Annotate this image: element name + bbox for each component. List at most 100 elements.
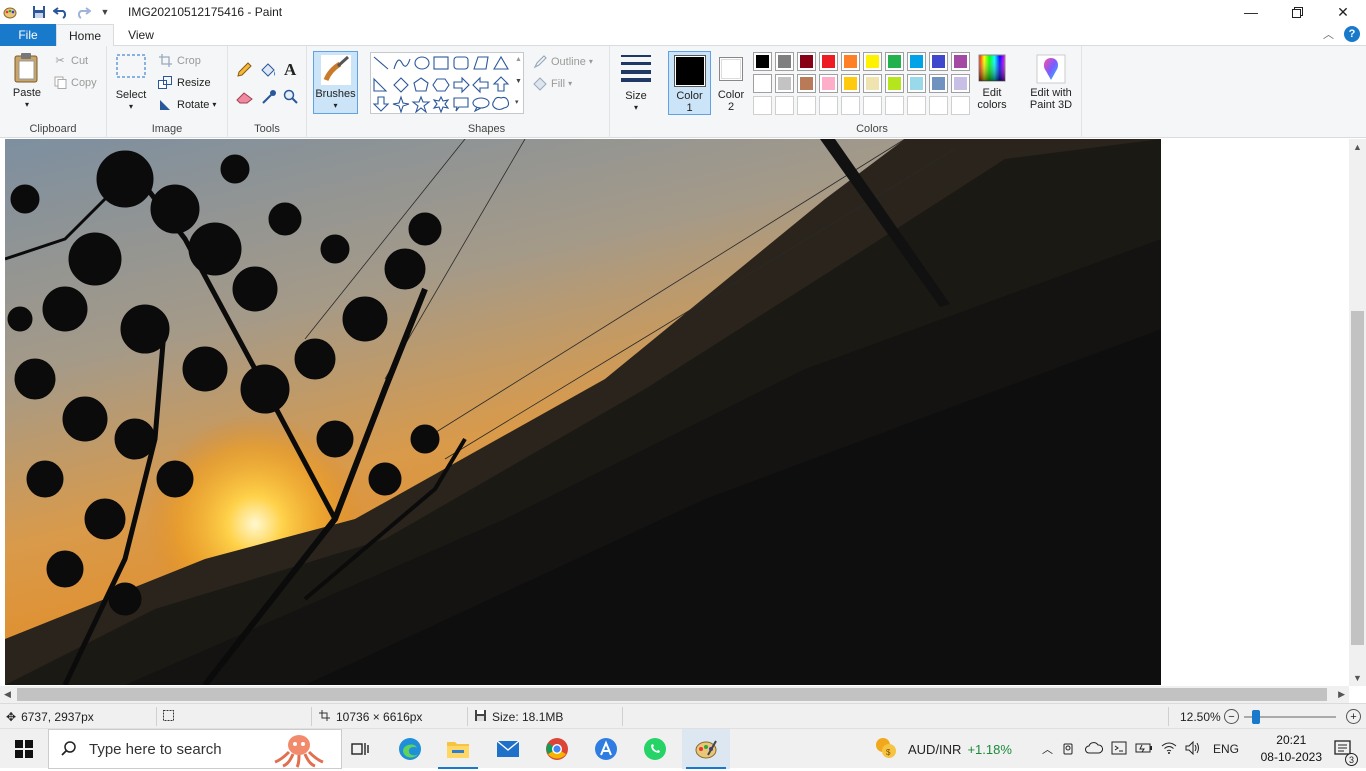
vertical-scrollbar[interactable]: ▲ ▼: [1349, 139, 1366, 686]
text-tool-icon[interactable]: A: [284, 60, 296, 80]
palette-swatch[interactable]: [753, 74, 772, 93]
fill-bucket-icon[interactable]: [259, 62, 277, 78]
palette-swatch[interactable]: [885, 52, 904, 71]
paste-button[interactable]: Paste ▾: [6, 52, 48, 111]
edge-browser-icon[interactable]: [386, 729, 434, 769]
custom-color-slot[interactable]: [929, 96, 948, 115]
fill-button[interactable]: Fill ▾: [532, 76, 572, 91]
magnifier-icon[interactable]: [283, 89, 299, 105]
app-store-icon[interactable]: [582, 729, 630, 769]
paint-app-icon[interactable]: [2, 4, 18, 20]
edit-colors-button[interactable]: Edit colors: [972, 54, 1012, 111]
taskbar-search-box[interactable]: Type here to search: [48, 729, 342, 769]
whatsapp-icon[interactable]: [631, 729, 679, 769]
copy-button[interactable]: Copy: [52, 76, 97, 89]
custom-color-slot[interactable]: [753, 96, 772, 115]
custom-color-slot[interactable]: [951, 96, 970, 115]
palette-swatch[interactable]: [841, 74, 860, 93]
custom-color-slot[interactable]: [797, 96, 816, 115]
customize-quick-access-icon[interactable]: ▼: [96, 3, 114, 21]
ticker-widget[interactable]: $ AUD/INR +1.18%: [874, 729, 1012, 769]
zoom-slider[interactable]: [1244, 710, 1336, 724]
image-canvas[interactable]: [5, 139, 1161, 685]
palette-swatch[interactable]: [929, 74, 948, 93]
edit-with-paint3d-button[interactable]: Edit with Paint 3D: [1023, 54, 1079, 111]
wifi-icon[interactable]: [1161, 741, 1177, 758]
palette-swatch[interactable]: [951, 52, 970, 71]
redo-icon[interactable]: [74, 3, 92, 21]
rotate-dropdown-icon[interactable]: ▾: [212, 100, 216, 109]
custom-color-slot[interactable]: [841, 96, 860, 115]
mail-icon[interactable]: [484, 729, 532, 769]
notifications-icon[interactable]: 3: [1334, 739, 1358, 766]
undo-icon[interactable]: [52, 3, 70, 21]
paint-taskbar-icon[interactable]: [682, 729, 730, 769]
shapes-expand-icon[interactable]: ▾: [515, 98, 519, 106]
cut-button[interactable]: ✂ Cut: [52, 54, 88, 68]
palette-swatch[interactable]: [797, 74, 816, 93]
palette-swatch[interactable]: [797, 52, 816, 71]
pencil-icon[interactable]: [236, 62, 252, 78]
onedrive-cloud-icon[interactable]: [1085, 741, 1103, 758]
palette-swatch[interactable]: [929, 52, 948, 71]
palette-swatch[interactable]: [907, 52, 926, 71]
help-icon[interactable]: ?: [1344, 26, 1360, 42]
palette-swatch[interactable]: [863, 52, 882, 71]
custom-color-slot[interactable]: [907, 96, 926, 115]
horizontal-scrollbar[interactable]: ◀ ▶: [0, 686, 1349, 703]
collapse-ribbon-icon[interactable]: ︿: [1323, 26, 1334, 42]
color2-button[interactable]: Color 2: [712, 54, 750, 113]
paste-dropdown-icon[interactable]: ▾: [25, 99, 29, 111]
shapes-gallery[interactable]: [370, 52, 524, 114]
battery-icon[interactable]: [1135, 741, 1153, 758]
chrome-browser-icon[interactable]: [533, 729, 581, 769]
task-view-icon[interactable]: [336, 729, 384, 769]
volume-icon[interactable]: [1185, 740, 1201, 758]
palette-swatch[interactable]: [907, 74, 926, 93]
scroll-left-arrow-icon[interactable]: ◀: [4, 689, 11, 700]
palette-swatch[interactable]: [885, 74, 904, 93]
start-button[interactable]: [0, 729, 48, 769]
save-icon[interactable]: [30, 3, 48, 21]
palette-swatch[interactable]: [951, 74, 970, 93]
shapes-scroll-up-icon[interactable]: ▲: [515, 56, 522, 63]
zoom-in-icon[interactable]: +: [1346, 709, 1361, 724]
tab-view[interactable]: View: [116, 24, 166, 46]
select-dropdown-icon[interactable]: ▾: [129, 101, 133, 113]
tab-home[interactable]: Home: [56, 24, 114, 47]
scroll-right-arrow-icon[interactable]: ▶: [1338, 689, 1345, 700]
palette-swatch[interactable]: [819, 52, 838, 71]
dev-tools-icon[interactable]: [1111, 741, 1127, 758]
restore-button[interactable]: [1274, 0, 1320, 24]
scroll-up-arrow-icon[interactable]: ▲: [1353, 142, 1362, 152]
scroll-down-arrow-icon[interactable]: ▼: [1353, 673, 1362, 683]
color-picker-icon[interactable]: [261, 89, 277, 105]
show-hidden-icons-icon[interactable]: ︿: [1042, 741, 1053, 757]
canvas-workspace[interactable]: [0, 139, 1349, 686]
custom-color-slot[interactable]: [819, 96, 838, 115]
palette-swatch[interactable]: [841, 52, 860, 71]
minimize-button[interactable]: —: [1228, 0, 1274, 24]
close-button[interactable]: ✕: [1320, 0, 1366, 24]
resize-button[interactable]: Resize: [157, 76, 211, 89]
select-button[interactable]: Select ▾: [113, 52, 149, 113]
palette-swatch[interactable]: [775, 52, 794, 71]
palette-swatch[interactable]: [753, 52, 772, 71]
language-indicator[interactable]: ENG: [1213, 742, 1239, 756]
rotate-button[interactable]: Rotate ▾: [157, 98, 216, 111]
zoom-slider-thumb[interactable]: [1252, 710, 1260, 724]
palette-swatch[interactable]: [819, 74, 838, 93]
crop-button[interactable]: Crop: [157, 54, 201, 67]
palette-swatch[interactable]: [775, 74, 794, 93]
custom-color-slot[interactable]: [885, 96, 904, 115]
palette-swatch[interactable]: [863, 74, 882, 93]
vertical-scroll-thumb[interactable]: [1351, 311, 1364, 645]
shapes-scroll-down-icon[interactable]: ▼: [515, 78, 522, 85]
custom-color-slot[interactable]: [775, 96, 794, 115]
color1-button[interactable]: Color 1: [668, 51, 711, 115]
zoom-out-icon[interactable]: −: [1224, 709, 1239, 724]
horizontal-scroll-thumb[interactable]: [17, 688, 1327, 701]
clock[interactable]: 20:21 08-10-2023: [1261, 732, 1322, 766]
brushes-button[interactable]: Brushes ▾: [313, 51, 358, 114]
outline-button[interactable]: Outline ▾: [532, 54, 593, 69]
